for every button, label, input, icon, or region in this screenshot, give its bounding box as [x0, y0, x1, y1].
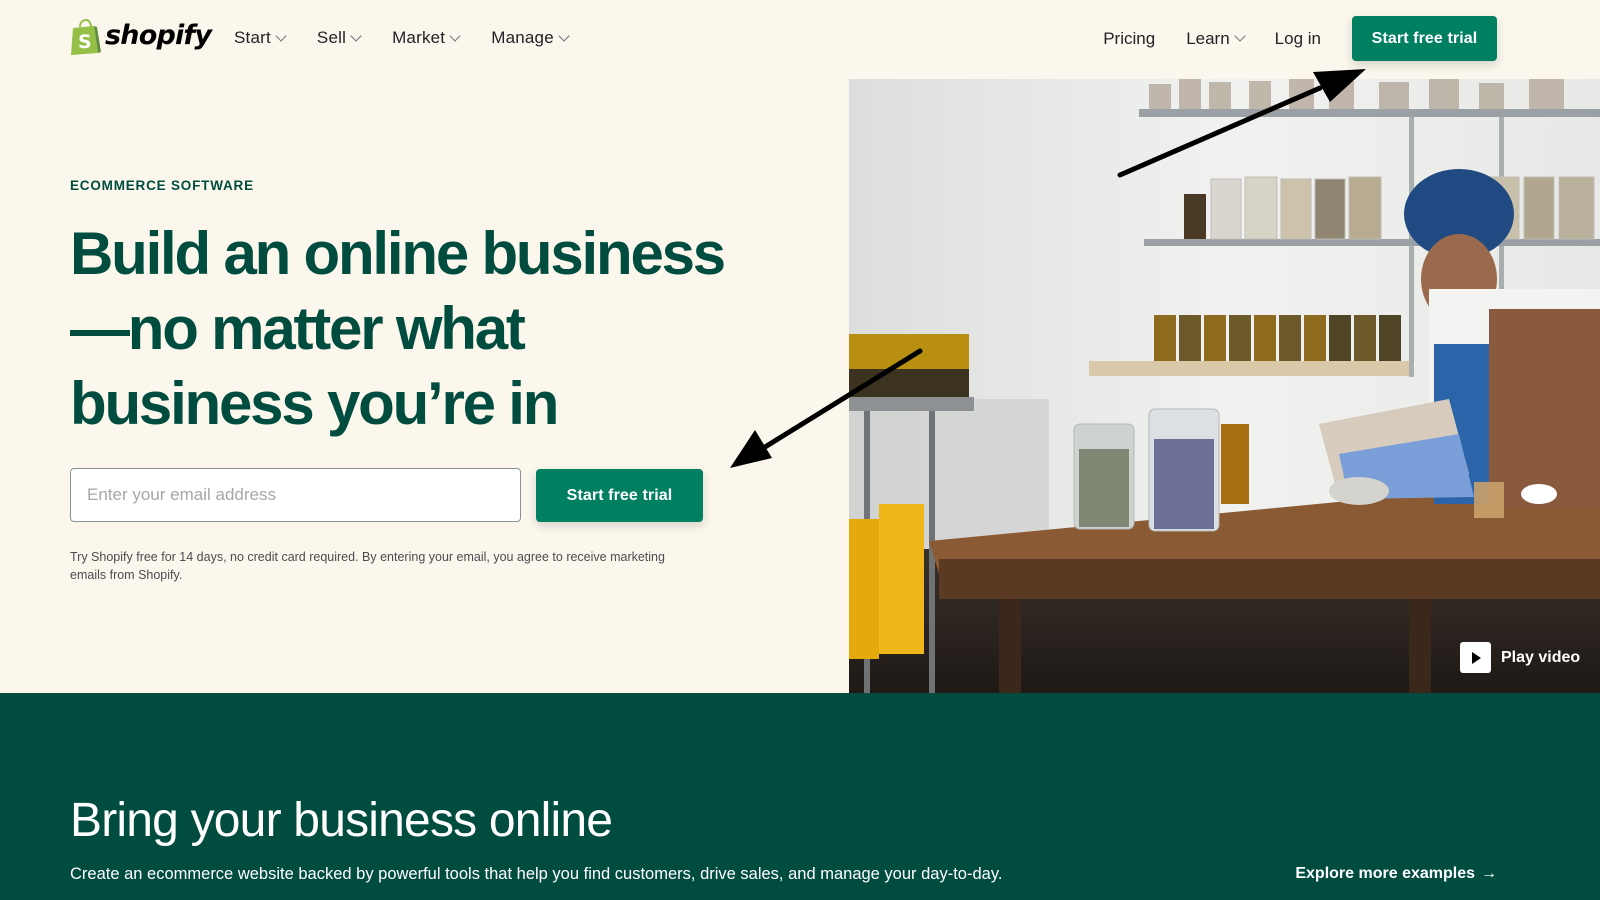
top-navigation: S shopify Start Sell Market Manage Prici…	[0, 0, 1600, 78]
chevron-down-icon	[275, 29, 287, 42]
chevron-down-icon	[558, 29, 570, 42]
nav-menu-label: Learn	[1186, 28, 1230, 48]
explore-link-label: Explore more examples	[1295, 865, 1475, 882]
nav-menu-label: Sell	[316, 28, 347, 47]
nav-menu-label: Manage	[491, 28, 554, 47]
nav-menu-label: Market	[392, 28, 446, 47]
nav-menu-label: Start	[234, 28, 271, 47]
nav-menu-market[interactable]: Market	[392, 28, 461, 48]
bring-business-online-section: Bring your business online Create an eco…	[0, 693, 1600, 900]
email-input[interactable]	[70, 468, 521, 522]
hero-start-free-trial-button[interactable]: Start free trial	[536, 469, 703, 522]
arrow-right-icon: →	[1481, 865, 1497, 882]
nav-menu-sell[interactable]: Sell	[316, 28, 362, 48]
primary-menu: Start Sell Market Manage	[234, 28, 570, 48]
play-icon	[1460, 642, 1491, 673]
chevron-down-icon	[1234, 30, 1246, 42]
nav-menu-manage[interactable]: Manage	[491, 28, 570, 48]
secondary-menu: Pricing Learn Log in Start free trial	[1103, 16, 1497, 61]
pricing-link[interactable]: Pricing	[1103, 29, 1155, 49]
shopping-bag-icon: S	[70, 18, 101, 55]
svg-text:S: S	[78, 31, 92, 53]
section-subtitle: Create an ecommerce website backed by po…	[70, 865, 1003, 883]
hero-eyebrow: ECOMMERCE SOFTWARE	[70, 178, 254, 193]
nav-menu-learn[interactable]: Learn	[1186, 28, 1246, 49]
section-title: Bring your business online	[70, 794, 613, 847]
trial-disclaimer: Try Shopify free for 14 days, no credit …	[70, 550, 665, 582]
hero-headline: Build an online business—no matter what …	[70, 220, 726, 437]
chevron-down-icon	[449, 29, 461, 42]
nav-start-free-trial-button[interactable]: Start free trial	[1352, 16, 1497, 61]
login-link[interactable]: Log in	[1275, 29, 1321, 49]
hero-photo-illustration	[849, 79, 1600, 693]
play-video-label: Play video	[1501, 648, 1581, 666]
play-video-button[interactable]: Play video	[1460, 642, 1580, 673]
explore-more-examples-link[interactable]: Explore more examples →	[1295, 865, 1497, 883]
hero-photo: Play video	[849, 79, 1600, 693]
logo-wordmark: shopify	[105, 20, 212, 51]
chevron-down-icon	[350, 29, 362, 42]
shopify-logo[interactable]: S shopify	[70, 18, 212, 55]
nav-menu-start[interactable]: Start	[234, 28, 287, 48]
